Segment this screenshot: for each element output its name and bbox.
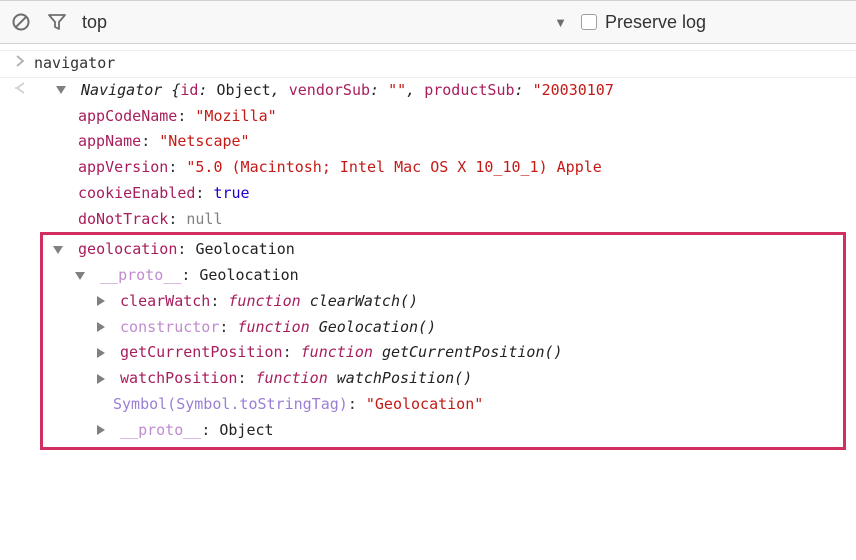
expand-toggle-icon[interactable] xyxy=(75,272,85,280)
expand-toggle-icon[interactable] xyxy=(97,296,105,306)
command-text: navigator xyxy=(34,53,856,75)
expand-toggle-icon[interactable] xyxy=(56,86,66,94)
output-chevron-icon xyxy=(6,80,34,94)
clear-console-icon[interactable] xyxy=(10,11,32,33)
property-row-geolocation[interactable]: geolocation: Geolocation xyxy=(47,237,839,263)
property-row-method[interactable]: clearWatch: function clearWatch() xyxy=(47,289,839,315)
expand-toggle-icon[interactable] xyxy=(97,322,105,332)
filter-icon[interactable] xyxy=(46,11,68,33)
console-command-row[interactable]: navigator xyxy=(0,50,856,78)
object-header[interactable]: Navigator {id: Object, vendorSub: "", pr… xyxy=(34,80,856,102)
property-row-symbol[interactable]: Symbol(Symbol.toStringTag): "Geolocation… xyxy=(47,392,839,418)
context-label: top xyxy=(82,12,544,33)
property-row[interactable]: appCodeName: "Mozilla" xyxy=(0,104,856,130)
property-row[interactable]: appVersion: "5.0 (Macintosh; Intel Mac O… xyxy=(0,155,856,181)
property-row-method[interactable]: getCurrentPosition: function getCurrentP… xyxy=(47,340,839,366)
class-name: Navigator xyxy=(81,81,162,99)
chevron-down-icon: ▼ xyxy=(554,15,567,30)
property-row[interactable]: cookieEnabled: true xyxy=(0,181,856,207)
console-output: navigator Navigator {id: Object, vendorS… xyxy=(0,44,856,450)
preserve-log-toggle[interactable]: Preserve log xyxy=(581,12,846,33)
expand-toggle-icon[interactable] xyxy=(97,374,105,384)
geolocation-highlight: geolocation: Geolocation __proto__: Geol… xyxy=(40,232,846,450)
console-result-row[interactable]: Navigator {id: Object, vendorSub: "", pr… xyxy=(0,78,856,104)
property-row-method[interactable]: watchPosition: function watchPosition() xyxy=(47,366,839,392)
property-row-proto[interactable]: __proto__: Geolocation xyxy=(47,263,839,289)
property-row[interactable]: doNotTrack: null xyxy=(0,207,856,233)
expand-toggle-icon[interactable] xyxy=(97,425,105,435)
context-selector[interactable]: top ▼ xyxy=(82,12,567,33)
console-toolbar: top ▼ Preserve log xyxy=(0,0,856,44)
preserve-log-label: Preserve log xyxy=(605,12,706,33)
expand-toggle-icon[interactable] xyxy=(53,246,63,254)
input-chevron-icon xyxy=(6,53,34,67)
expand-toggle-icon[interactable] xyxy=(97,348,105,358)
property-row-method[interactable]: constructor: function Geolocation() xyxy=(47,315,839,341)
property-row-proto[interactable]: __proto__: Object xyxy=(47,418,839,444)
property-row[interactable]: appName: "Netscape" xyxy=(0,129,856,155)
preserve-log-checkbox[interactable] xyxy=(581,14,597,30)
